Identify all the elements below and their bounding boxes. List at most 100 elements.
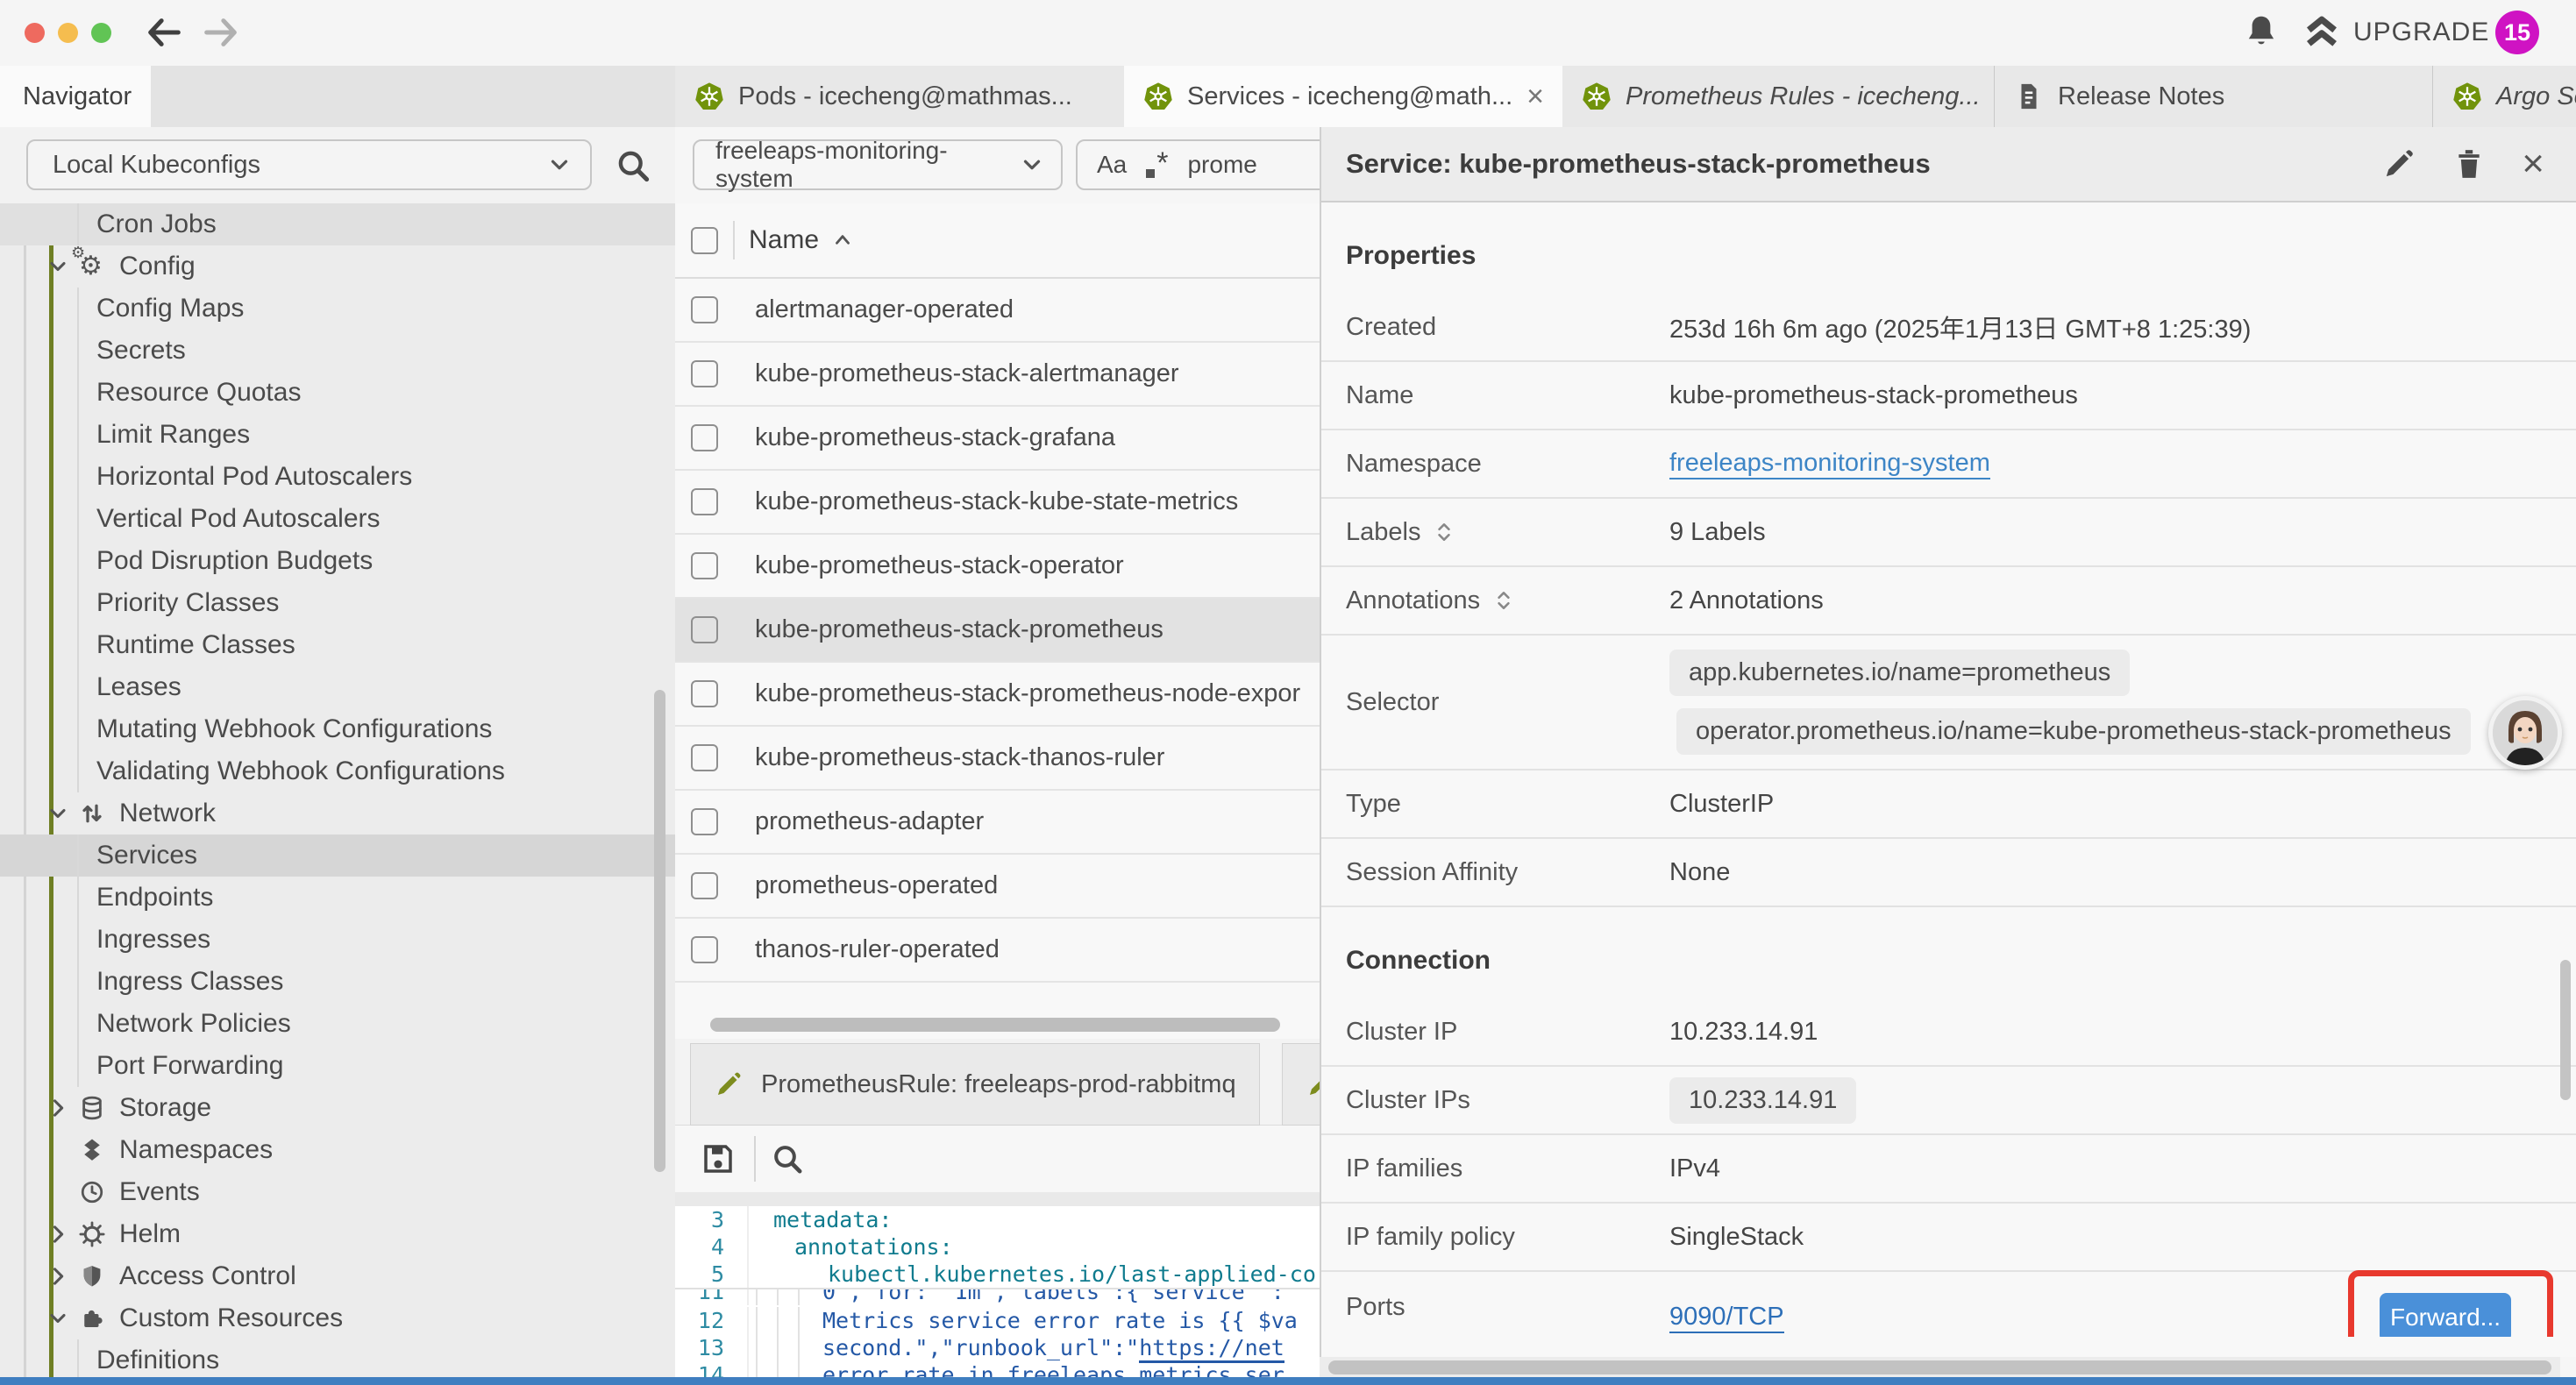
- match-case-toggle[interactable]: Aa: [1097, 151, 1127, 179]
- sidebar-item-port-forwarding[interactable]: Port Forwarding: [0, 1045, 675, 1087]
- editor-tab-prometheusrule-freeleaps-pro[interactable]: PrometheusRule: freeleaps-prod-rabbitmq: [690, 1043, 1260, 1126]
- sidebar-item-horizontal-pod-autoscalers[interactable]: Horizontal Pod Autoscalers: [0, 456, 675, 498]
- sidebar-item-ingress-classes[interactable]: Ingress Classes: [0, 961, 675, 1003]
- row-checkbox[interactable]: [691, 936, 718, 963]
- tab-services-icecheng-math-[interactable]: Services - icecheng@math...×: [1124, 66, 1562, 127]
- close-icon[interactable]: ×: [1526, 82, 1544, 111]
- sidebar-item-definitions[interactable]: Definitions: [0, 1339, 675, 1378]
- select-all-checkbox[interactable]: [691, 227, 718, 254]
- sidebar-item-events[interactable]: Events: [0, 1171, 675, 1213]
- sidebar-item-cron-jobs[interactable]: Cron Jobs: [0, 203, 675, 245]
- sidebar-item-validating-webhook-configurations[interactable]: Validating Webhook Configurations: [0, 750, 675, 792]
- tab-prometheus-rules-icechen[interactable]: Prometheus Rules - icecheng...: [1562, 66, 1995, 127]
- sidebar-item-network-policies[interactable]: Network Policies: [0, 1003, 675, 1045]
- sidebar-item-vertical-pod-autoscalers[interactable]: Vertical Pod Autoscalers: [0, 498, 675, 540]
- row-checkbox[interactable]: [691, 424, 718, 451]
- forward-icon[interactable]: [200, 12, 240, 53]
- editor-tab[interactable]: [1282, 1043, 1320, 1126]
- table-row[interactable]: kube-prometheus-stack-alertmanager: [675, 343, 1320, 407]
- bell-icon[interactable]: [2241, 12, 2281, 53]
- yaml-editor[interactable]: 3metadata:4annotations:5kubectl.kubernet…: [675, 1206, 1320, 1378]
- upgrade-button[interactable]: UPGRADE: [2302, 11, 2489, 54]
- table-row[interactable]: kube-prometheus-stack-grafana: [675, 407, 1320, 471]
- table-row[interactable]: alertmanager-operated: [675, 279, 1320, 343]
- sidebar-item-runtime-classes[interactable]: Runtime Classes: [0, 624, 675, 666]
- sidebar-item-limit-ranges[interactable]: Limit Ranges: [0, 414, 675, 456]
- minimize-window-button[interactable]: [58, 23, 78, 43]
- name-search-input[interactable]: Aa * prome: [1076, 139, 1320, 190]
- sidebar-item-namespaces[interactable]: Namespaces: [0, 1129, 675, 1171]
- sidebar-item-helm[interactable]: Helm: [0, 1213, 675, 1255]
- chevron-right-icon[interactable]: [46, 1096, 79, 1120]
- row-checkbox[interactable]: [691, 680, 718, 707]
- table-row[interactable]: kube-prometheus-stack-prometheus-node-ex…: [675, 663, 1320, 727]
- close-window-button[interactable]: [25, 23, 45, 43]
- chevron-right-icon[interactable]: [46, 1264, 79, 1289]
- trash-icon[interactable]: [2451, 146, 2487, 181]
- row-checkbox[interactable]: [691, 552, 718, 579]
- notification-badge[interactable]: 15: [2495, 11, 2539, 54]
- table-row[interactable]: kube-prometheus-stack-operator: [675, 535, 1320, 599]
- tab-release-notes[interactable]: Release Notes: [1995, 66, 2433, 127]
- pencil-icon[interactable]: [2381, 146, 2416, 181]
- tab-pods-icecheng-mathmas-[interactable]: Pods - icecheng@mathmas...: [675, 66, 1124, 127]
- table-row[interactable]: kube-prometheus-stack-kube-state-metrics: [675, 471, 1320, 535]
- sidebar-item-endpoints[interactable]: Endpoints: [0, 877, 675, 919]
- maximize-window-button[interactable]: [91, 23, 111, 43]
- sidebar-item-secrets[interactable]: Secrets: [0, 330, 675, 372]
- property-label: Labels: [1321, 518, 1669, 547]
- row-checkbox[interactable]: [691, 360, 718, 387]
- namespace-selector[interactable]: freeleaps-monitoring-system: [693, 139, 1063, 190]
- sidebar-item-mutating-webhook-configurations[interactable]: Mutating Webhook Configurations: [0, 708, 675, 750]
- sidebar-item-storage[interactable]: Storage: [0, 1087, 675, 1129]
- table-row[interactable]: prometheus-operated: [675, 855, 1320, 919]
- sidebar-item-services[interactable]: Services: [0, 835, 675, 877]
- back-icon[interactable]: [145, 12, 185, 53]
- sidebar-item-priority-classes[interactable]: Priority Classes: [0, 582, 675, 624]
- detail-horizontal-scrollbar[interactable]: [1320, 1357, 2560, 1378]
- sidebar-item-pod-disruption-budgets[interactable]: Pod Disruption Budgets: [0, 540, 675, 582]
- sidebar-item-resource-quotas[interactable]: Resource Quotas: [0, 372, 675, 414]
- tab-argo-se[interactable]: Argo Se: [2433, 66, 2576, 127]
- detail-scrollbar[interactable]: [2560, 960, 2571, 1100]
- sidebar-item-ingresses[interactable]: Ingresses: [0, 919, 675, 961]
- namespace-link[interactable]: freeleaps-monitoring-system: [1669, 449, 1990, 479]
- sort-ascending-icon: [831, 229, 854, 252]
- regex-toggle[interactable]: *: [1146, 146, 1168, 184]
- kubeconfig-selector[interactable]: Local Kubeconfigs: [26, 139, 592, 190]
- gears-icon: ⚙⚙: [79, 253, 119, 280]
- name-column-header[interactable]: Name: [749, 225, 854, 255]
- sidebar-item-config-maps[interactable]: Config Maps: [0, 288, 675, 330]
- chevron-right-icon[interactable]: [46, 1222, 79, 1246]
- save-icon[interactable]: [700, 1140, 737, 1177]
- property-row-type: TypeClusterIP: [1321, 771, 2576, 839]
- chevron-down-icon[interactable]: [46, 801, 79, 826]
- table-row[interactable]: kube-prometheus-stack-thanos-ruler: [675, 727, 1320, 791]
- search-icon[interactable]: [770, 1141, 805, 1176]
- search-icon[interactable]: [614, 146, 652, 185]
- row-checkbox[interactable]: [691, 616, 718, 643]
- sidebar-item-access-control[interactable]: Access Control: [0, 1255, 675, 1297]
- table-row[interactable]: kube-prometheus-stack-prometheus: [675, 599, 1320, 663]
- sidebar-scrollbar[interactable]: [654, 690, 665, 1172]
- table-row[interactable]: thanos-ruler-operated: [675, 919, 1320, 983]
- close-icon[interactable]: ×: [2522, 145, 2544, 183]
- table-horizontal-scrollbar[interactable]: [710, 1018, 1280, 1032]
- expander-icon[interactable]: [1492, 589, 1515, 612]
- chevron-down-icon[interactable]: [46, 1306, 79, 1331]
- row-checkbox[interactable]: [691, 872, 718, 899]
- forward-button[interactable]: Forward...: [2380, 1293, 2511, 1337]
- tab-navigator[interactable]: Navigator: [0, 66, 151, 127]
- row-checkbox[interactable]: [691, 808, 718, 835]
- sidebar-item-custom-resources[interactable]: Custom Resources: [0, 1297, 675, 1339]
- user-avatar[interactable]: [2488, 696, 2562, 770]
- row-checkbox[interactable]: [691, 296, 718, 323]
- sidebar-item-leases[interactable]: Leases: [0, 666, 675, 708]
- row-checkbox[interactable]: [691, 744, 718, 771]
- port-link[interactable]: 9090/TCP: [1669, 1303, 1784, 1333]
- table-row[interactable]: prometheus-adapter: [675, 791, 1320, 855]
- sidebar-item-config[interactable]: ⚙⚙Config: [0, 245, 675, 288]
- expander-icon[interactable]: [1433, 521, 1455, 543]
- row-checkbox[interactable]: [691, 488, 718, 515]
- sidebar-item-network[interactable]: Network: [0, 792, 675, 835]
